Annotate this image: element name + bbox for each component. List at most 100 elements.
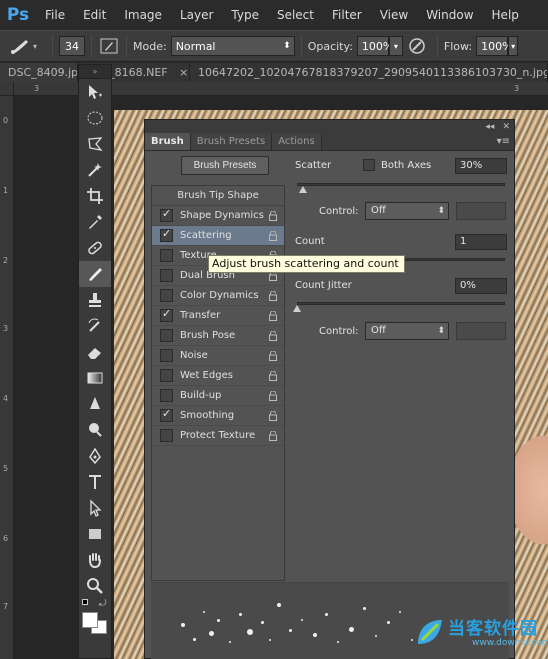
scatter-control-dropdown[interactable]: Off ⬍	[365, 202, 449, 220]
doc-tab[interactable]: DSC_8409.jpg	[0, 63, 78, 82]
lock-icon[interactable]	[268, 330, 278, 341]
brush-tool-preset-picker[interactable]: ▾	[0, 31, 46, 61]
brush-option-row[interactable]: Transfer	[152, 306, 284, 326]
pen-tool[interactable]	[79, 443, 111, 469]
count-jitter-value-field[interactable]: 0%	[455, 278, 507, 294]
blur-tool[interactable]	[79, 391, 111, 417]
menu-layer[interactable]: Layer	[171, 0, 222, 30]
opacity-field[interactable]: 100%	[356, 36, 393, 56]
brush-option-row[interactable]: Brush Pose	[152, 326, 284, 346]
history-brush-tool[interactable]	[79, 313, 111, 339]
flow-slider-toggle[interactable]: ▾	[508, 36, 519, 56]
lock-icon[interactable]	[268, 370, 278, 381]
brush-option-row[interactable]: Noise	[152, 346, 284, 366]
option-checkbox[interactable]	[160, 429, 173, 442]
brush-option-row[interactable]: Smoothing	[152, 406, 284, 426]
brush-option-row[interactable]: Protect Texture	[152, 426, 284, 446]
option-checkbox[interactable]	[160, 207, 173, 222]
brush-option-row[interactable]: Color Dynamics	[152, 286, 284, 306]
lock-icon[interactable]	[268, 430, 278, 441]
move-tool[interactable]	[79, 79, 111, 105]
tab-actions[interactable]: Actions	[272, 133, 322, 150]
mode-select[interactable]: Normal ⬍	[170, 36, 295, 56]
brush-option-row[interactable]: Build-up	[152, 386, 284, 406]
option-checkbox[interactable]	[160, 389, 173, 402]
eyedropper-tool[interactable]	[79, 209, 111, 235]
option-checkbox[interactable]	[160, 349, 173, 362]
menu-edit[interactable]: Edit	[74, 0, 115, 30]
option-checkbox[interactable]	[160, 227, 173, 242]
menu-file[interactable]: File	[36, 0, 74, 30]
marquee-tool[interactable]	[79, 105, 111, 131]
option-checkbox[interactable]	[160, 269, 173, 282]
menu-window[interactable]: Window	[417, 0, 482, 30]
default-colors-icon[interactable]	[82, 599, 91, 608]
magic-wand-tool[interactable]	[79, 157, 111, 183]
lock-icon[interactable]	[268, 310, 278, 321]
tab-brush[interactable]: Brush	[145, 133, 191, 150]
option-checkbox[interactable]	[160, 289, 173, 302]
scatter-value-field[interactable]: 30%	[455, 158, 507, 174]
count-jitter-slider-handle[interactable]	[293, 305, 301, 312]
option-checkbox[interactable]	[160, 369, 173, 382]
brush-option-row[interactable]: Wet Edges	[152, 366, 284, 386]
brush-presets-button[interactable]: Brush Presets	[181, 156, 269, 175]
lock-icon[interactable]	[268, 210, 278, 221]
zoom-tool[interactable]	[79, 573, 111, 599]
brush-size-field[interactable]: 34	[59, 36, 85, 56]
menu-help[interactable]: Help	[483, 0, 528, 30]
type-tool[interactable]	[79, 469, 111, 495]
option-checkbox[interactable]	[160, 407, 173, 422]
count-jitter-control-dropdown[interactable]: Off ⬍	[365, 322, 449, 340]
crop-tool[interactable]	[79, 183, 111, 209]
gradient-tool[interactable]	[79, 365, 111, 391]
path-selection-tool[interactable]	[79, 495, 111, 521]
swap-colors-icon[interactable]: ⤾	[99, 599, 107, 609]
dodge-tool[interactable]	[79, 417, 111, 443]
healing-brush-tool[interactable]	[79, 235, 111, 261]
hand-tool[interactable]	[79, 547, 111, 573]
brush-panel-toggle-button[interactable]	[98, 35, 120, 57]
collapse-icon[interactable]: ◂◂	[485, 122, 494, 132]
tooltip: Adjust brush scattering and count	[208, 255, 405, 273]
option-checkbox[interactable]	[160, 307, 173, 322]
menu-type[interactable]: Type	[222, 0, 268, 30]
menu-view[interactable]: View	[371, 0, 417, 30]
flow-field[interactable]: 100%	[476, 36, 513, 56]
lock-icon[interactable]	[268, 390, 278, 401]
menu-select[interactable]: Select	[268, 0, 323, 30]
pressure-opacity-button[interactable]	[403, 37, 431, 55]
clone-stamp-tool[interactable]	[79, 287, 111, 313]
scatter-slider-track[interactable]	[297, 183, 505, 186]
option-rows: Shape DynamicsScatteringTextureDual Brus…	[152, 206, 284, 446]
panel-menu-icon[interactable]: ▾≡	[497, 136, 510, 147]
option-checkbox[interactable]	[160, 329, 173, 342]
lock-icon[interactable]	[268, 350, 278, 361]
brush-option-row[interactable]: Scattering	[152, 226, 284, 246]
color-swatches[interactable]: ⤾	[79, 599, 111, 634]
menu-image[interactable]: Image	[115, 0, 171, 30]
doc-tab[interactable]: 10647202_10204767818379207_2909540113386…	[190, 63, 548, 82]
lock-icon[interactable]	[268, 290, 278, 301]
rectangle-tool[interactable]	[79, 521, 111, 547]
toolbar-collapse-icon[interactable]: »	[79, 65, 111, 79]
count-value-field[interactable]: 1	[455, 234, 507, 250]
eraser-icon	[88, 348, 101, 359]
count-jitter-slider-track[interactable]	[297, 302, 505, 305]
opacity-slider-toggle[interactable]: ▾	[388, 36, 403, 56]
menu-filter[interactable]: Filter	[323, 0, 371, 30]
option-checkbox[interactable]	[160, 249, 173, 262]
close-icon[interactable]: ×	[179, 66, 188, 79]
both-axes-checkbox[interactable]	[363, 159, 375, 171]
brush-tool[interactable]	[79, 261, 111, 287]
lock-icon[interactable]	[268, 410, 278, 421]
tab-brush-presets[interactable]: Brush Presets	[190, 133, 273, 150]
brush-tip-shape-item[interactable]: Brush Tip Shape	[152, 186, 284, 206]
eraser-tool[interactable]	[79, 339, 111, 365]
foreground-color-swatch[interactable]	[82, 612, 98, 628]
close-panel-icon[interactable]: ✕	[502, 122, 510, 132]
scatter-slider-handle[interactable]	[299, 186, 308, 193]
lasso-tool[interactable]	[79, 131, 111, 157]
brush-option-row[interactable]: Shape Dynamics	[152, 206, 284, 226]
lock-icon[interactable]	[268, 230, 278, 241]
